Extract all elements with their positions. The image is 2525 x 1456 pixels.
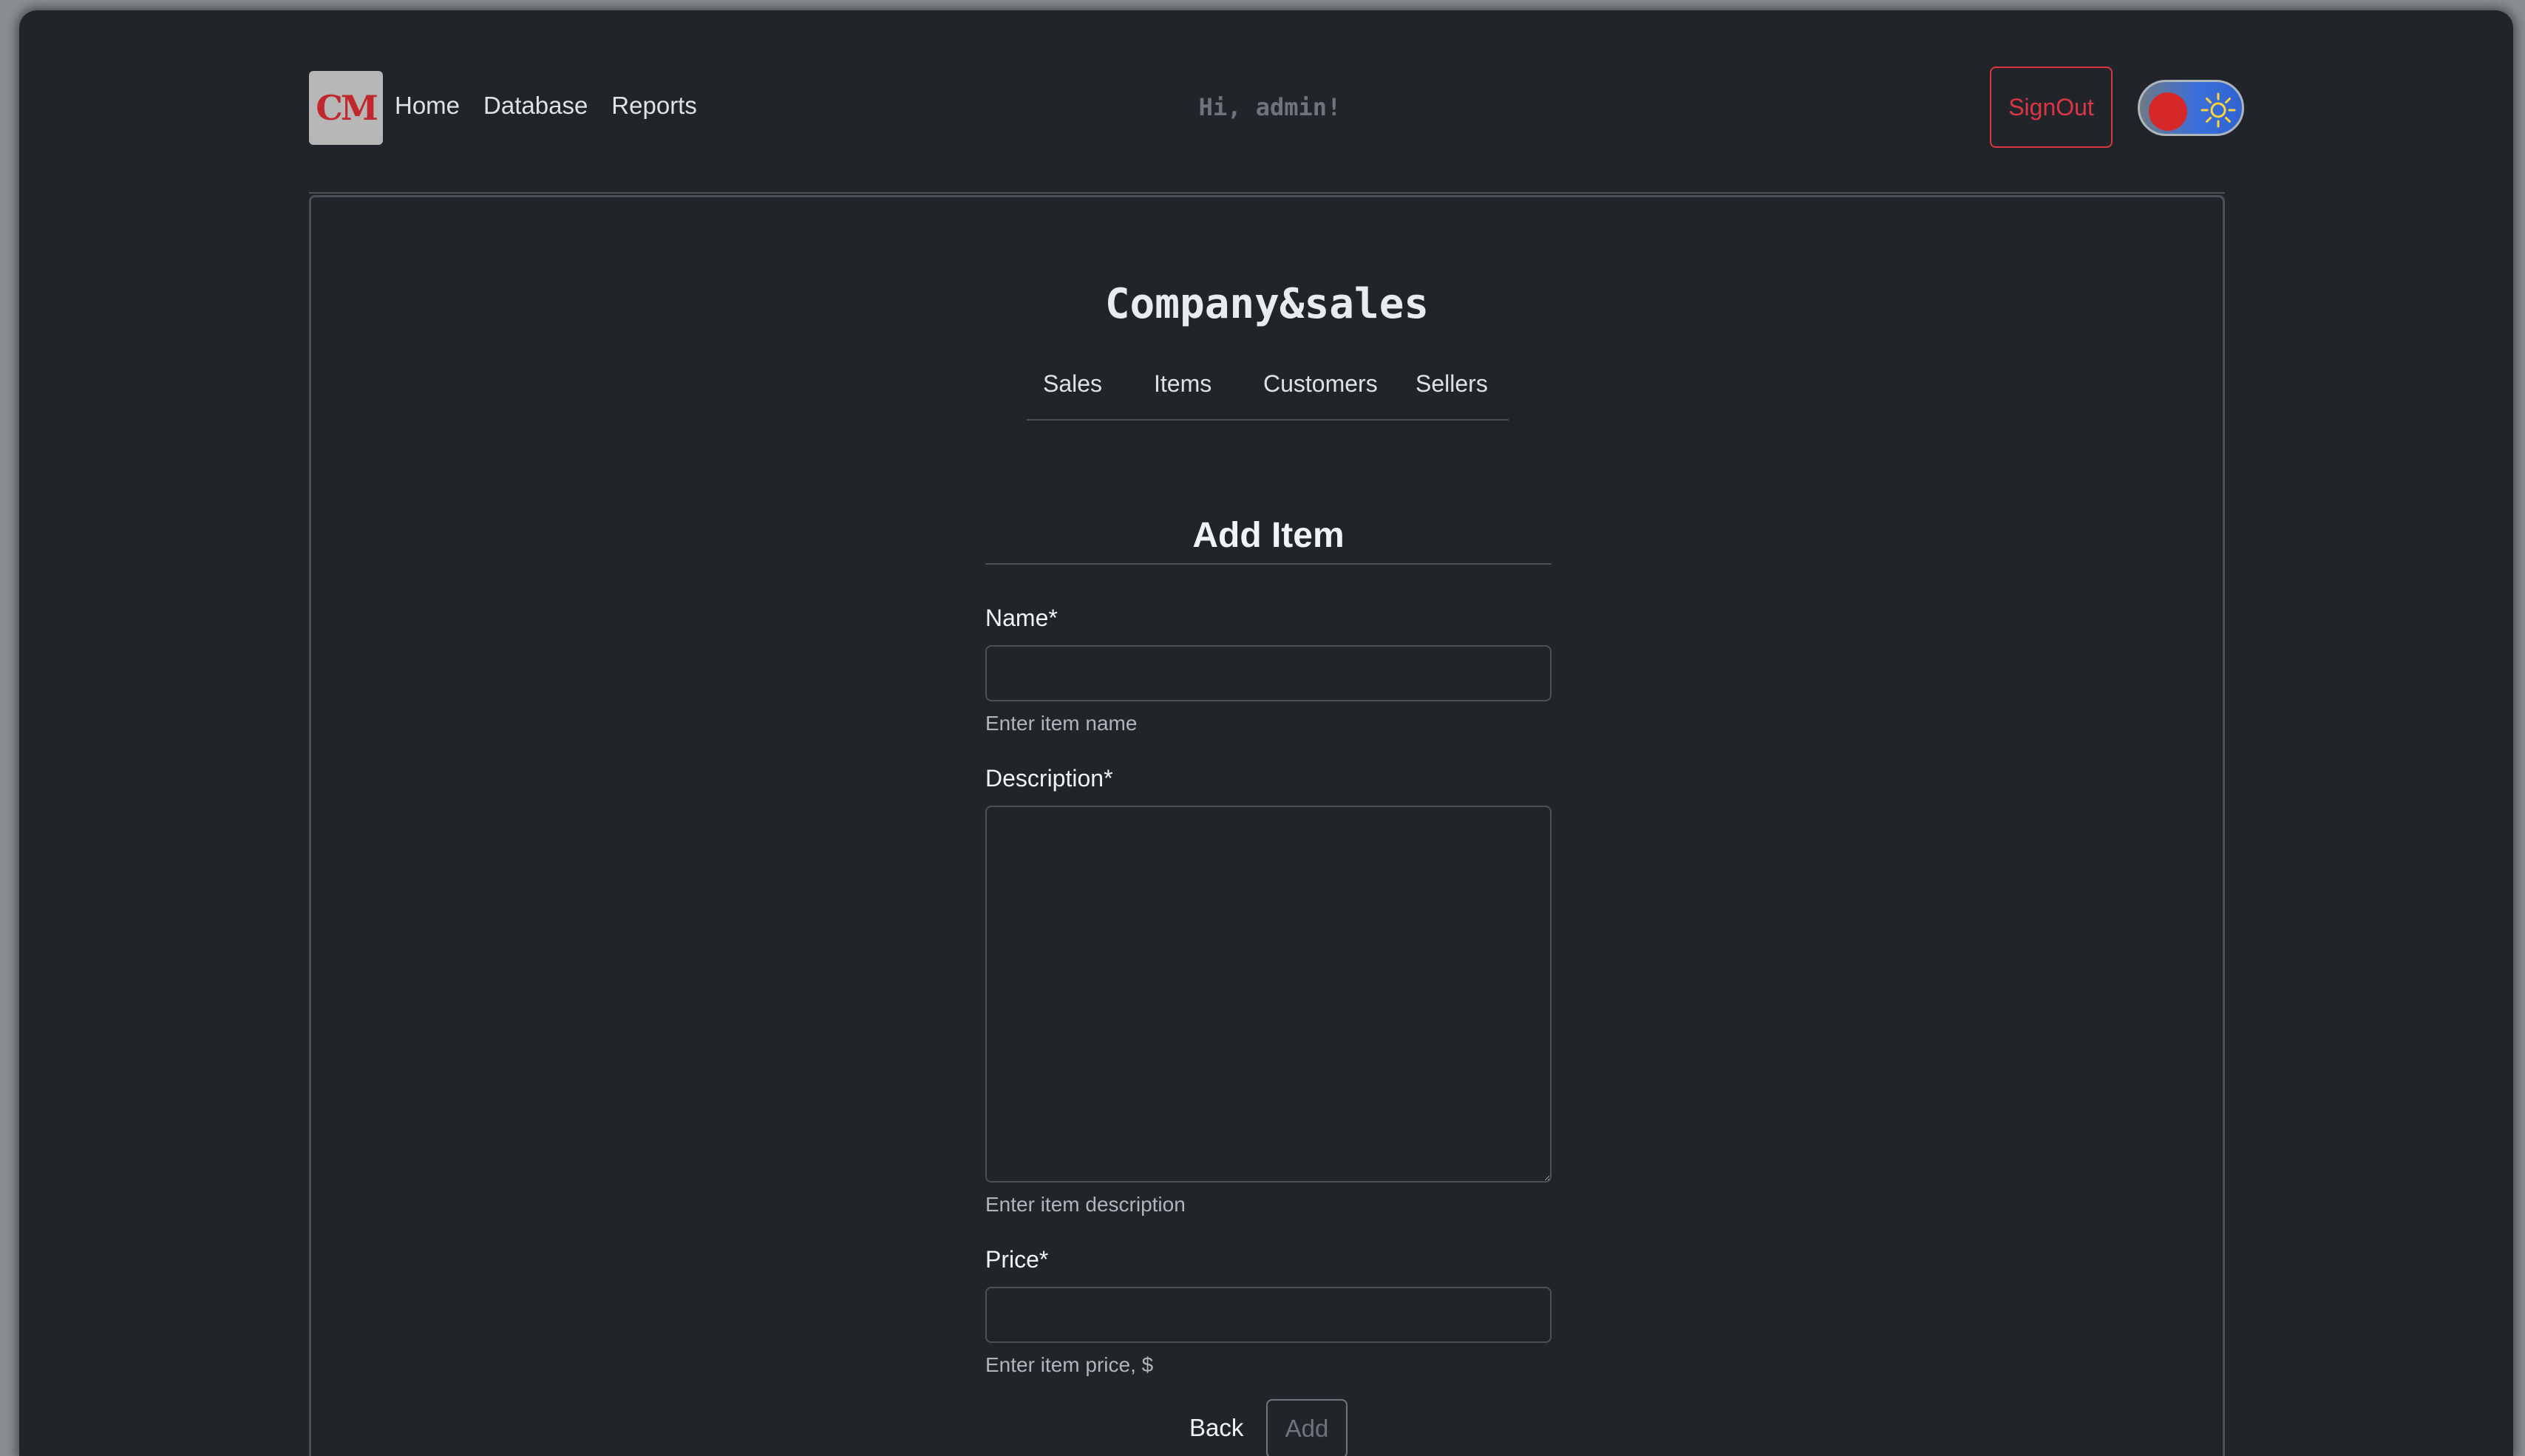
price-help: Enter item price, $ <box>985 1353 1154 1376</box>
subnav-sales[interactable]: Sales <box>1043 370 1102 398</box>
price-label: Price* <box>985 1246 1049 1273</box>
description-input[interactable] <box>985 806 1552 1183</box>
subnav-items[interactable]: Items <box>1154 370 1211 398</box>
nav-link-reports[interactable]: Reports <box>611 92 697 120</box>
add-button[interactable]: Add <box>1266 1399 1348 1456</box>
signout-button[interactable]: SignOut <box>1990 67 2113 148</box>
app-window: CM Home Database Reports Hi, admin! Sign… <box>19 10 2513 1456</box>
theme-toggle[interactable] <box>2138 80 2244 136</box>
user-greeting: Hi, admin! <box>1198 93 1342 121</box>
nav-link-home[interactable]: Home <box>395 92 460 120</box>
description-help: Enter item description <box>985 1193 1186 1216</box>
subnav-customers[interactable]: Customers <box>1263 370 1378 398</box>
name-input[interactable] <box>985 645 1552 701</box>
price-input[interactable] <box>985 1287 1552 1343</box>
top-navbar: CM Home Database Reports Hi, admin! Sign… <box>309 59 2244 194</box>
main-nav: Home Database Reports <box>395 92 697 120</box>
add-item-form: Add Item Name* Enter item name Descripti… <box>985 515 1552 1456</box>
content-card: Company&sales Sales Items Customers Sell… <box>309 195 2225 1456</box>
sub-nav: Sales Items Customers Sellers <box>1027 351 1509 421</box>
brand-logo[interactable]: CM <box>309 71 383 145</box>
sun-icon <box>2201 92 2236 128</box>
name-label: Name* <box>985 605 1058 631</box>
page-title: Company&sales <box>1104 280 1430 328</box>
form-actions: Back Add <box>985 1399 1552 1456</box>
nav-link-database[interactable]: Database <box>483 92 588 120</box>
name-help: Enter item name <box>985 712 1138 735</box>
form-title: Add Item <box>985 515 1552 565</box>
back-button[interactable]: Back <box>1189 1414 1243 1442</box>
toggle-knob <box>2149 92 2187 131</box>
subnav-sellers[interactable]: Sellers <box>1416 370 1488 398</box>
description-label: Description* <box>985 765 1113 792</box>
